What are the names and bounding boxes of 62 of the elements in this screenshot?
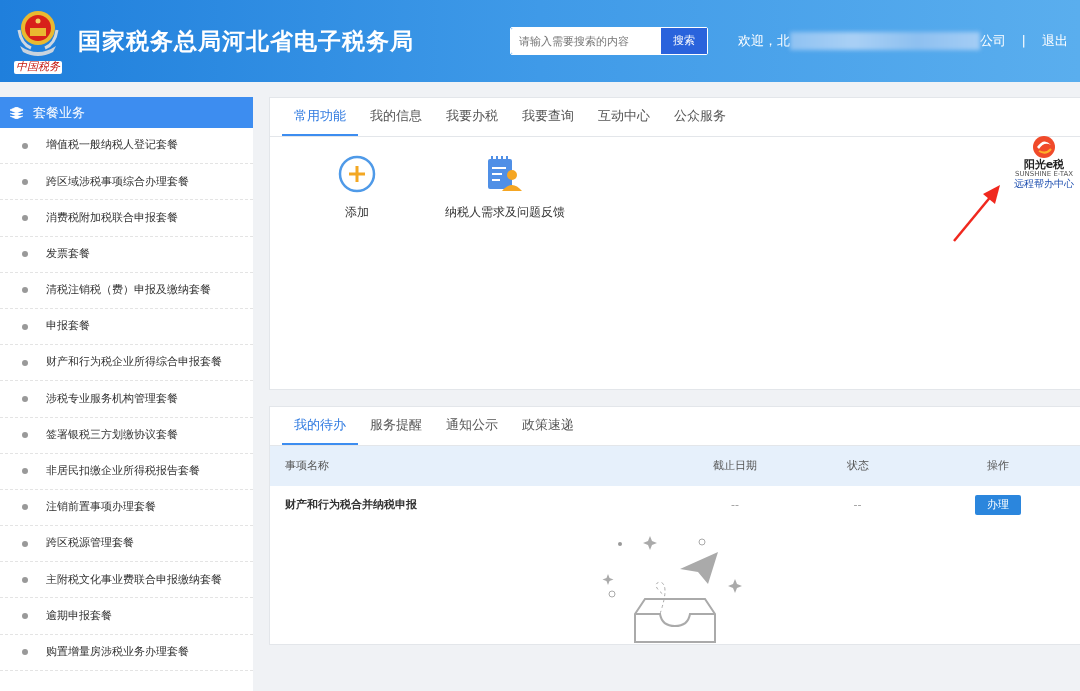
column-header: 截止日期 (712, 457, 758, 474)
bullet-icon (22, 576, 28, 583)
bullet-icon (22, 504, 28, 511)
sidebar-item-label[interactable]: 跨区税源管理套餐 (46, 535, 134, 552)
tab[interactable]: 常用功能 (282, 98, 358, 136)
sidebar-item-label[interactable]: 逾期申报套餐 (46, 607, 112, 625)
sidebar-item-label[interactable]: 非居民扣缴企业所得税报告套餐 (46, 463, 200, 480)
table-cell-text: -- (730, 496, 740, 513)
sidebar-title: 套餐业务 (33, 103, 85, 122)
tab[interactable]: 政策速递 (510, 407, 586, 445)
site-title: 国家税务总局河北省电子税务局 (78, 26, 414, 56)
bullet-icon (22, 142, 28, 149)
layers-icon (10, 106, 23, 119)
tab[interactable]: 我的信息 (358, 98, 434, 136)
sidebar-item-label[interactable]: 主附税文化事业费联合申报缴纳套餐 (46, 571, 222, 589)
sidebar-item-label[interactable]: 签署银税三方划缴协议套餐 (46, 426, 178, 444)
table-cell-text: 财产和行为税合并纳税申报 (284, 496, 418, 513)
sidebar-item-label[interactable]: 涉税专业服务机构管理套餐 (46, 390, 178, 408)
tab[interactable]: 互动中心 (586, 98, 662, 136)
bullet-icon (22, 323, 28, 330)
tab[interactable]: 服务提醒 (358, 407, 434, 445)
bullet-icon (22, 432, 28, 439)
bullet-icon (22, 395, 28, 402)
document-person-icon (486, 155, 524, 193)
brand-name: 阳光e税 (1023, 159, 1065, 170)
shortcut-label[interactable]: 纳税人需求及问题反馈 (445, 203, 565, 221)
sidebar-item-label[interactable]: 发票套餐 (46, 245, 90, 263)
bullet-icon (22, 613, 28, 620)
bullet-icon (22, 287, 28, 294)
tab[interactable]: 公众服务 (662, 98, 738, 136)
bullet-icon (22, 468, 28, 475)
bullet-icon (22, 359, 28, 366)
welcome-text: 欢迎，北 (737, 32, 790, 51)
sidebar-item-label[interactable]: 增值税一般纳税人登记套餐 (46, 137, 178, 154)
sidebar-item-label[interactable]: 跨区域涉税事项综合办理套餐 (46, 173, 189, 191)
tab[interactable]: 我要查询 (510, 98, 586, 136)
table-cell-text: -- (852, 496, 863, 513)
bullet-icon (22, 649, 28, 656)
separator: | (1021, 32, 1026, 51)
swirl-logo-icon (1031, 135, 1057, 159)
bullet-icon (22, 540, 28, 547)
tab[interactable]: 通知公示 (434, 407, 510, 445)
plus-circle-icon (338, 155, 376, 193)
handle-button[interactable]: 办理 (974, 494, 1021, 516)
sidebar-item-label[interactable]: 财产和行为税企业所得综合申报套餐 (46, 354, 222, 371)
column-header: 操作 (985, 457, 1010, 474)
sidebar-item-label[interactable]: 注销前置事项办理套餐 (46, 499, 156, 516)
annotation-arrow (952, 185, 1002, 243)
sidebar-item-label[interactable]: 申报套餐 (46, 318, 90, 335)
bullet-icon (22, 214, 28, 221)
column-header: 状态 (845, 457, 870, 474)
sidebar-item-label[interactable]: 消费税附加税联合申报套餐 (46, 209, 178, 227)
tab[interactable]: 我要办税 (434, 98, 510, 136)
remote-help-link[interactable]: 远程帮办中心 (1014, 178, 1074, 191)
sidebar-item-label[interactable]: 清税注销税（费）申报及缴纳套餐 (46, 282, 211, 299)
sidebar-item-label[interactable]: 购置增量房涉税业务办理套餐 (46, 643, 189, 661)
bullet-icon (22, 178, 28, 185)
emblem-caption: 中国税务 (14, 61, 62, 74)
shortcut-label[interactable]: 添加 (345, 203, 369, 221)
bullet-icon (22, 251, 28, 258)
column-header: 事项名称 (284, 457, 330, 474)
welcome-text: 公司 (979, 32, 1006, 51)
